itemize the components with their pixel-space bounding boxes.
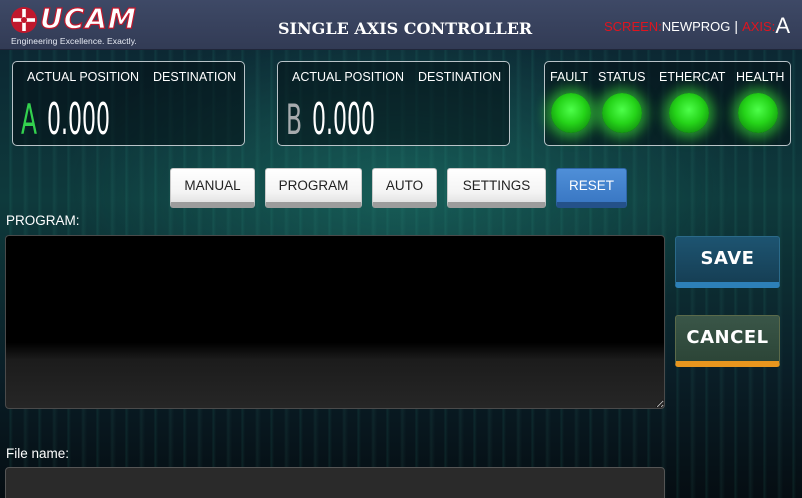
crosshair-logo-icon	[11, 7, 37, 33]
file-name-input[interactable]	[5, 467, 665, 498]
health-indicator-light	[738, 93, 778, 133]
axis-b-panel: ACTUAL POSITION DESTINATION B 0.000	[277, 61, 510, 146]
program-textarea[interactable]	[5, 235, 665, 409]
actual-position-label: ACTUAL POSITION	[292, 70, 405, 84]
settings-button[interactable]: SETTINGS	[447, 168, 546, 208]
destination-label: DESTINATION	[153, 70, 237, 84]
axis-b-letter: B	[286, 95, 303, 144]
app-header: UCAM Engineering Excellence. Exactly. SI…	[0, 0, 802, 50]
cancel-button[interactable]: CANCEL	[675, 315, 780, 367]
ucam-logo: UCAM Engineering Excellence. Exactly.	[10, 2, 137, 46]
logo-text: UCAM	[39, 2, 137, 35]
ethercat-label: ETHERCAT	[659, 70, 726, 84]
header-separator: |	[734, 18, 739, 34]
status-panel: FAULT STATUS ETHERCAT HEALTH	[544, 61, 791, 146]
health-label: HEALTH	[736, 70, 785, 84]
actual-position-label: ACTUAL POSITION	[27, 70, 140, 84]
fault-indicator-light	[551, 93, 591, 133]
program-label: PROGRAM:	[6, 213, 80, 228]
status-label: STATUS	[598, 70, 646, 84]
program-button[interactable]: PROGRAM	[265, 168, 362, 208]
reset-button[interactable]: RESET	[556, 168, 627, 208]
status-indicator-light	[602, 93, 642, 133]
destination-label: DESTINATION	[418, 70, 502, 84]
screen-label: SCREEN:	[604, 19, 662, 34]
manual-button[interactable]: MANUAL	[170, 168, 255, 208]
screen-value: NEWPROG	[661, 19, 731, 34]
ethercat-indicator-light	[669, 93, 709, 133]
axis-a-position-value: 0.000	[47, 94, 110, 145]
logo-tagline: Engineering Excellence. Exactly.	[11, 36, 137, 46]
axis-a-panel: ACTUAL POSITION DESTINATION A 0.000	[12, 61, 245, 146]
auto-button[interactable]: AUTO	[372, 168, 437, 208]
axis-value: A	[775, 13, 790, 38]
file-name-label: File name:	[6, 446, 70, 461]
axis-b-position-value: 0.000	[312, 94, 375, 145]
save-button[interactable]: SAVE	[675, 236, 780, 288]
fault-label: FAULT	[550, 70, 588, 84]
axis-label: AXIS:	[742, 19, 776, 34]
page-title: SINGLE AXIS CONTROLLER	[278, 19, 533, 38]
axis-a-letter: A	[21, 95, 38, 144]
screen-info: SCREEN:NEWPROG | AXIS:A	[604, 12, 790, 41]
